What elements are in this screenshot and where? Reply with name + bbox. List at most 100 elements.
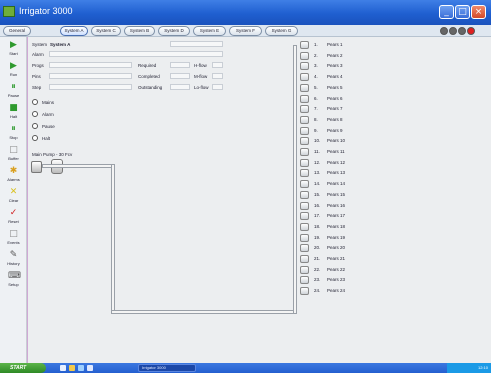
tab-system-c[interactable]: System C [91,26,121,36]
zone-item[interactable]: 20. Pears 20 [300,244,380,253]
quicklaunch-browser-icon[interactable] [78,365,84,371]
zone-valve-icon[interactable] [300,212,309,221]
zone-valve-icon[interactable] [300,83,309,92]
zone-item[interactable]: 17. Pears 17 [300,212,380,221]
quicklaunch-desktop-icon[interactable] [60,365,66,371]
quicklaunch-folder-icon[interactable] [69,365,75,371]
quicklaunch-app-icon[interactable] [87,365,93,371]
sidebar-item-setup[interactable]: ⌨ Setup [0,269,27,291]
zone-number: 11. [314,149,320,154]
sidebar-item-stop[interactable]: ⏸ Stop [0,122,27,144]
zone-item[interactable]: 10. Pears 10 [300,137,380,146]
zone-valve-icon[interactable] [300,148,309,156]
alarm-label: Alarm [32,52,44,57]
zone-valve-icon[interactable] [300,73,309,82]
pipe-bottom [111,310,297,314]
sidebar-item-label: Start [9,51,18,56]
zone-valve-icon[interactable] [300,115,309,124]
zone-valve-icon[interactable] [300,51,309,60]
zone-valve-icon[interactable] [300,94,309,103]
zone-name: Pears 22 [327,266,346,272]
required-label: Required [138,63,157,68]
run-icon: ▶ [10,61,17,71]
zone-item[interactable]: 4. Pears 4 [300,73,380,82]
zone-item[interactable]: 15. Pears 15 [300,190,380,200]
general-button[interactable]: General [3,26,31,36]
pause-radio[interactable] [32,123,38,129]
title-bar[interactable]: Irrigator 3000 _ □ × [0,0,491,25]
zone-item[interactable]: 19. Pears 19 [300,233,380,243]
buffer-icon: □ [9,145,18,155]
tab-system-a[interactable]: System A [60,26,88,36]
maximize-button[interactable]: □ [455,5,470,19]
zone-item[interactable]: 21. Pears 21 [300,255,380,264]
zone-valve-icon[interactable] [300,201,309,210]
zone-item[interactable]: 23. Pears 23 [300,276,380,285]
zone-item[interactable]: 7. Pears 7 [300,105,380,114]
sidebar-item-reset[interactable]: ✓ Reset [0,206,27,228]
zone-item[interactable]: 13. Pears 13 [300,169,380,178]
zone-item[interactable]: 3. Pears 3 [300,62,380,71]
zone-item[interactable]: 12. Pears 12 [300,158,380,168]
zone-item[interactable]: 22. Pears 22 [300,265,380,275]
start-button[interactable]: START [0,363,46,373]
sidebar-item-start[interactable]: ▶ Start [0,38,27,60]
zone-item[interactable]: 24. Pears 24 [300,287,380,296]
pause-label: Pause [42,124,55,129]
zone-valve-icon[interactable] [300,287,309,296]
zone-item[interactable]: 14. Pears 14 [300,180,380,189]
zone-valve-icon[interactable] [300,190,309,199]
zone-valve-icon[interactable] [300,62,309,71]
progs-label: Progs [32,63,44,68]
zone-valve-icon[interactable] [300,276,309,285]
sidebar-item-pause[interactable]: ⏸ Pause [0,80,27,102]
sidebar-item-buffer[interactable]: □ Buffer [0,143,27,165]
sidebar-item-alarms[interactable]: ✱ Alarms [0,164,27,186]
alarm-radio[interactable] [32,111,38,117]
zone-valve-icon[interactable] [300,169,309,178]
zone-valve-icon[interactable] [300,126,309,135]
sidebar-item-run[interactable]: ▶ Run [0,59,27,81]
tab-system-f[interactable]: System F [229,26,262,36]
zone-valve-icon[interactable] [300,244,309,253]
stop-icon: ⏸ [11,124,16,134]
tab-system-e[interactable]: System E [193,26,226,36]
sidebar-item-label: Halt [9,114,18,119]
sidebar-item-clear[interactable]: ✕ Clear [0,185,27,207]
zone-item[interactable]: 16. Pears 16 [300,201,380,211]
zone-valve-icon[interactable] [300,233,309,242]
zone-valve-icon[interactable] [300,105,309,114]
zone-valve-icon[interactable] [300,255,309,263]
zone-item[interactable]: 11. Pears 11 [300,148,380,157]
sidebar-item-label: Buffer [8,156,19,161]
sidebar-item-events[interactable]: □ Events [0,227,27,249]
sidebar-item-history[interactable]: ✎ History [0,248,27,270]
tab-system-b[interactable]: System B [124,26,155,36]
zone-item[interactable]: 6. Pears 6 [300,94,380,104]
minimize-button[interactable]: _ [439,5,454,19]
zone-valve-icon[interactable] [300,265,309,274]
zone-item[interactable]: 2. Pears 2 [300,51,380,61]
close-button[interactable]: × [471,5,486,19]
tab-system-d[interactable]: System D [158,26,190,36]
zone-number: 24. [314,288,321,294]
halt-radio[interactable] [32,135,38,141]
zone-item[interactable]: 9. Pears 9 [300,126,380,136]
tab-system-g[interactable]: System G [265,26,298,36]
zone-item[interactable]: 5. Pears 5 [300,83,380,93]
zone-name: Pears 9 [327,127,343,133]
taskbar-app-button[interactable]: Irrigator 3000 [138,364,196,372]
zone-valve-icon[interactable] [300,180,309,189]
zone-item[interactable]: 18. Pears 18 [300,222,380,232]
sidebar-item-halt[interactable]: ■ Halt [0,101,27,123]
zone-valve-icon[interactable] [300,222,309,231]
zone-valve-icon[interactable] [300,137,309,146]
loflow-label: Lo-flow [194,85,209,90]
zone-item[interactable]: 1. Pears 1 [300,41,380,50]
mains-radio[interactable] [32,99,38,105]
zone-valve-icon[interactable] [300,158,309,167]
zone-valve-icon[interactable] [300,41,309,49]
zone-item[interactable]: 8. Pears 8 [300,115,380,125]
status-dot-icon [440,27,448,35]
pump-icon[interactable] [31,161,42,173]
